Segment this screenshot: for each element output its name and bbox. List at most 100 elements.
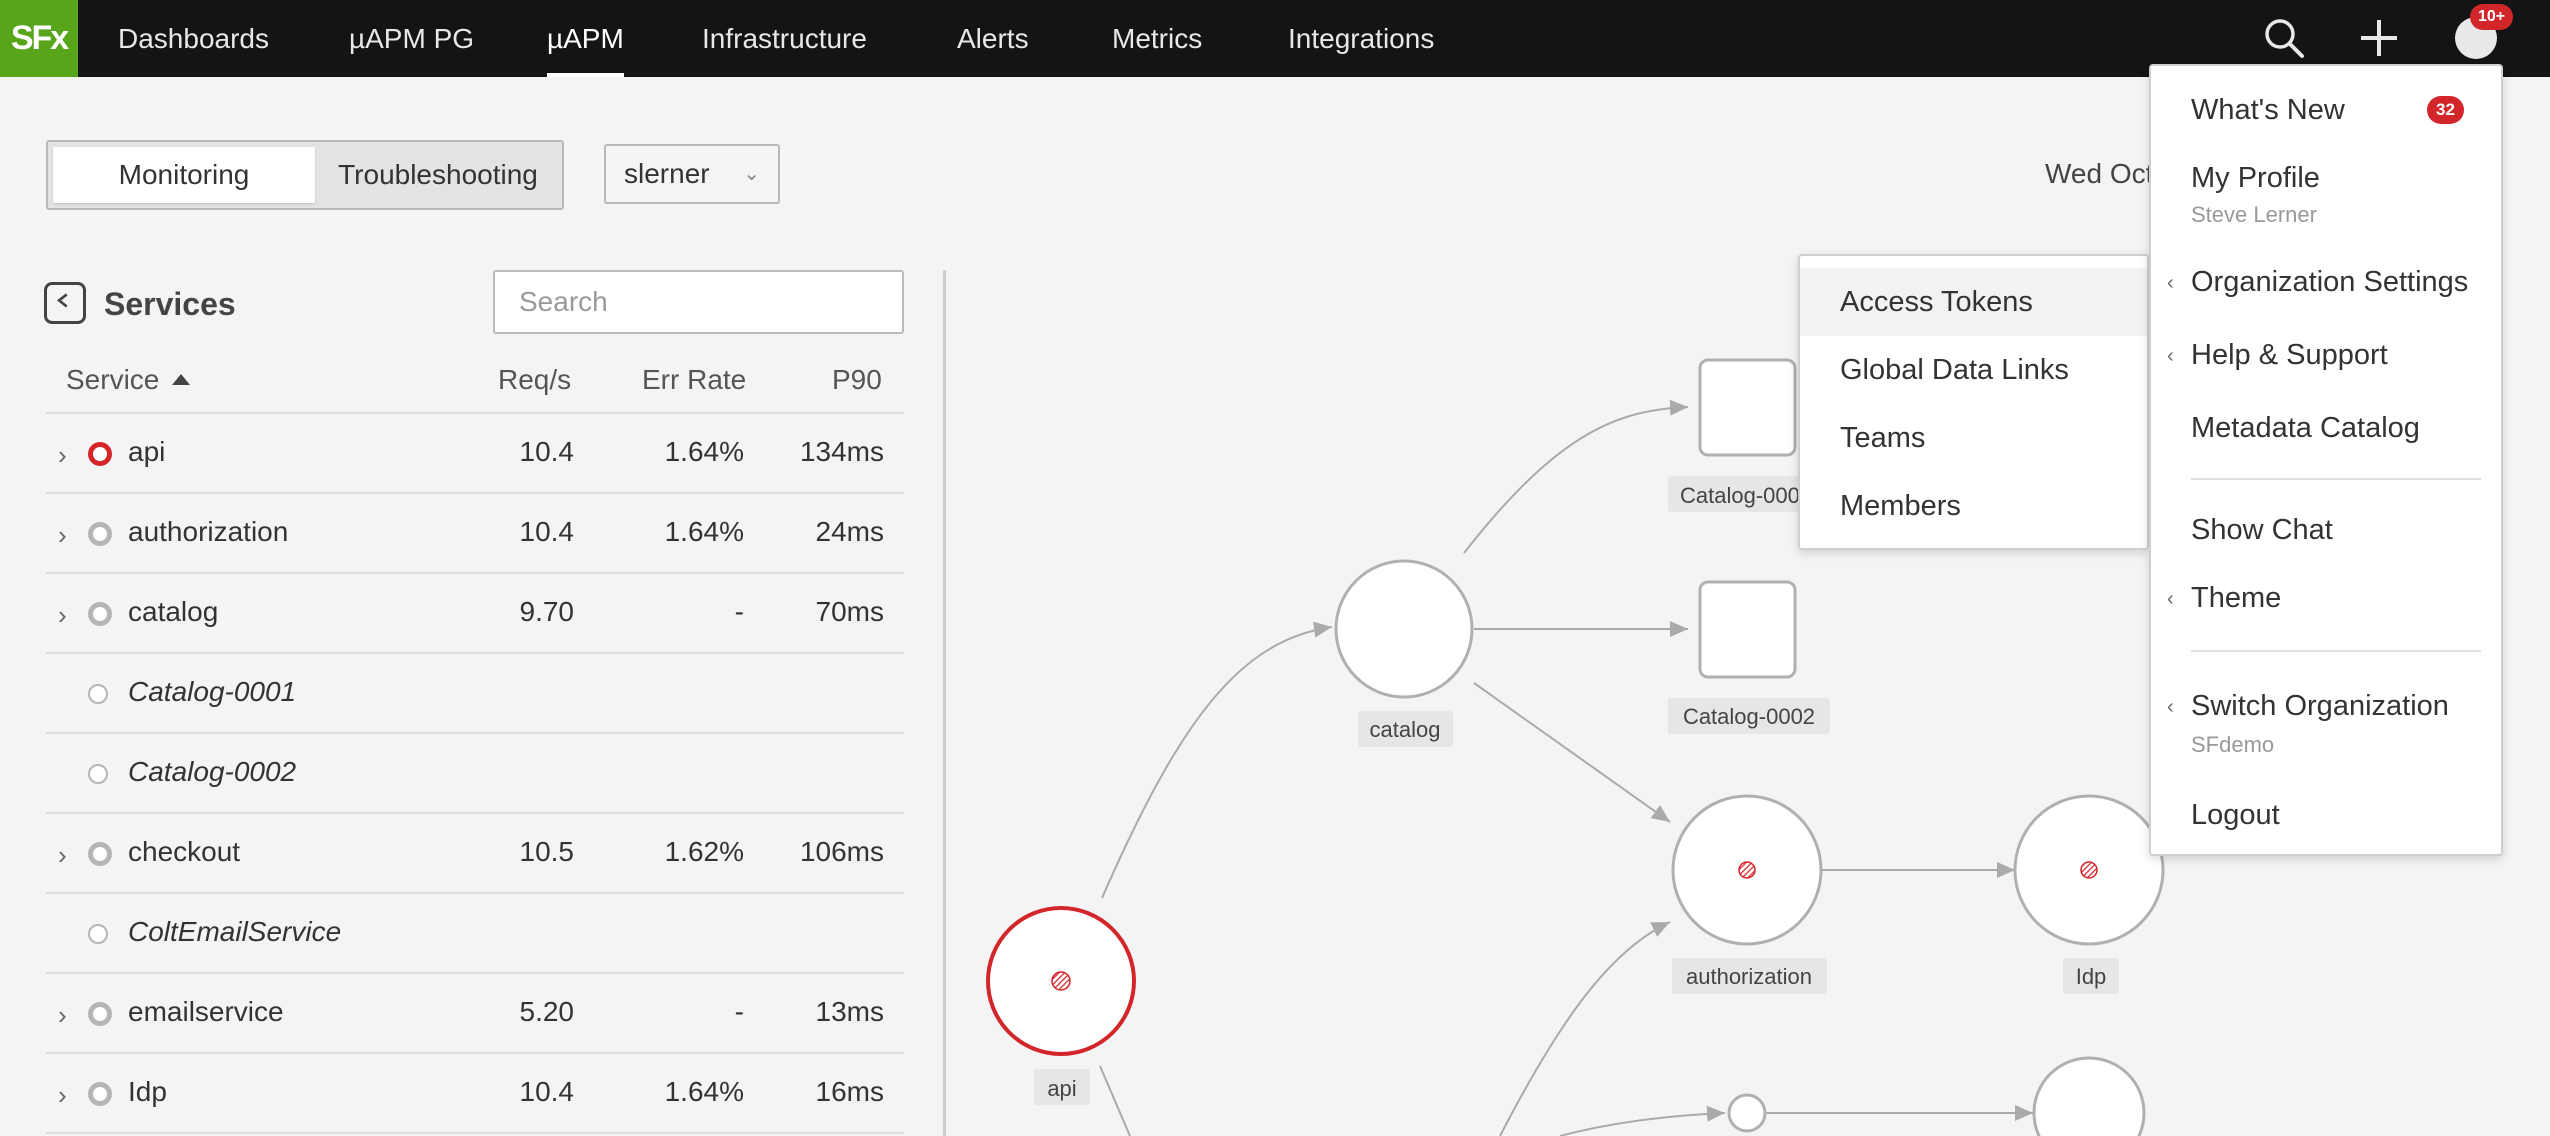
cell-err: 1.64% [664, 436, 744, 467]
cell-req: 10.4 [519, 436, 575, 467]
nav-alerts[interactable]: Alerts [957, 0, 1029, 77]
cell-req: 10.4 [519, 1076, 575, 1107]
menu-item-global-data-links[interactable]: Global Data Links [1800, 336, 2147, 404]
cell-p90: 70ms [815, 596, 884, 627]
status-indicator-icon [88, 924, 108, 944]
table-row[interactable]: Catalog-0001 [46, 654, 904, 734]
chevron-right-icon[interactable]: › [58, 600, 67, 631]
service-name[interactable]: catalog [128, 596, 218, 628]
map-label-authorization: authorization [1686, 964, 1812, 989]
service-name[interactable]: emailservice [128, 996, 284, 1028]
chevron-left-icon: ‹ [2167, 345, 2174, 367]
map-node-catalog[interactable]: catalog [1334, 559, 1474, 747]
tab-troubleshooting[interactable]: Troubleshooting [320, 147, 556, 203]
chevron-right-icon[interactable]: › [58, 440, 67, 471]
nav-integrations[interactable]: Integrations [1288, 0, 1434, 77]
cell-req: 9.70 [519, 596, 575, 627]
map-node-idp[interactable]: Idp [2013, 794, 2165, 994]
menu-item-theme[interactable]: Theme [2191, 582, 2281, 615]
service-name[interactable]: checkout [128, 836, 240, 868]
environment-value: slerner [624, 158, 710, 189]
nav-apm[interactable]: µAPM [547, 0, 624, 77]
status-indicator-icon [88, 442, 112, 466]
nav-infrastructure[interactable]: Infrastructure [702, 0, 867, 77]
plus-icon[interactable] [2355, 14, 2403, 62]
menu-item-teams[interactable]: Teams [1800, 404, 2147, 472]
status-indicator-icon [88, 522, 112, 546]
column-header-p90[interactable]: P90 [832, 364, 882, 396]
menu-item-show-chat[interactable]: Show Chat [2191, 514, 2333, 547]
chevron-down-icon: ⌄ [743, 163, 760, 185]
nav-apm-pg[interactable]: µAPM PG [349, 0, 474, 77]
search-icon[interactable] [2260, 14, 2308, 62]
cell-req: 10.5 [519, 836, 575, 867]
table-row[interactable]: › api 10.4 1.64% 134ms [46, 414, 904, 494]
notification-badge: 10+ [2470, 4, 2514, 30]
table-row[interactable]: › checkout 10.5 1.62% 106ms [46, 814, 904, 894]
time-range-text: Wed Oct [2045, 158, 2154, 189]
table-row[interactable]: › emailservice 5.20 - 13ms [46, 974, 904, 1054]
collapse-panel-icon[interactable] [44, 282, 86, 324]
edge-catalog-authorization [1473, 682, 1671, 823]
table-row[interactable]: › authorization 10.4 1.64% 24ms [46, 494, 904, 574]
edge-api-down [1099, 1065, 1131, 1136]
tab-monitoring[interactable]: Monitoring [53, 147, 315, 203]
menu-item-logout[interactable]: Logout [2191, 799, 2280, 832]
signalfx-logo[interactable]: SFx [0, 0, 78, 77]
status-indicator-icon [88, 842, 112, 866]
service-name[interactable]: authorization [128, 516, 288, 548]
row-divider [46, 1132, 904, 1134]
menu-item-whats-new[interactable]: What's New [2191, 94, 2345, 127]
table-row[interactable]: ColtEmailService [46, 894, 904, 974]
cell-err: 1.62% [664, 836, 744, 867]
chevron-right-icon[interactable]: › [58, 520, 67, 551]
column-header-req[interactable]: Req/s [498, 364, 571, 396]
chevron-right-icon[interactable]: › [58, 1080, 67, 1111]
service-name[interactable]: api [128, 436, 165, 468]
menu-item-switch-organization[interactable]: Switch Organization [2191, 690, 2449, 723]
map-label-catalog-0001: Catalog-0001 [1680, 483, 1812, 508]
chevron-right-icon[interactable]: › [58, 840, 67, 871]
menu-item-organization-settings[interactable]: Organization Settings [2191, 266, 2468, 299]
map-label-api: api [1047, 1076, 1076, 1101]
menu-item-help-support[interactable]: Help & Support [2191, 339, 2388, 372]
column-header-service[interactable]: Service [66, 364, 159, 396]
cell-p90: 134ms [799, 436, 884, 467]
map-node-small[interactable] [1727, 1093, 1767, 1133]
services-title: Services [104, 286, 236, 322]
chevron-left-icon: ‹ [2167, 272, 2174, 294]
table-row[interactable]: › catalog 9.70 - 70ms [46, 574, 904, 654]
map-node-catalog-0001[interactable]: Catalog-0001 [1668, 358, 1812, 512]
menu-item-members[interactable]: Members [1800, 472, 2147, 540]
nav-dashboards[interactable]: Dashboards [118, 0, 269, 77]
edge-api-catalog [1101, 621, 1333, 899]
service-name[interactable]: Idp [128, 1076, 167, 1108]
map-node-authorization[interactable]: authorization [1671, 794, 1827, 994]
service-name[interactable]: ColtEmailService [128, 916, 341, 948]
table-row[interactable]: › Idp 10.4 1.64% 16ms [46, 1054, 904, 1134]
menu-item-metadata-catalog[interactable]: Metadata Catalog [2191, 412, 2420, 445]
map-label-catalog: catalog [1370, 717, 1441, 742]
user-name: Steve Lerner [2191, 202, 2317, 227]
menu-item-my-profile[interactable]: My Profile [2191, 162, 2320, 195]
sort-ascending-icon[interactable] [172, 374, 190, 385]
organization-settings-submenu: Access Tokens Global Data Links Teams Me… [1798, 254, 2149, 550]
map-node-bottom-right[interactable] [2032, 1056, 2146, 1136]
chevron-right-icon[interactable]: › [58, 1000, 67, 1031]
map-node-catalog-0002[interactable]: Catalog-0002 [1668, 580, 1830, 734]
edge-to-small-node [1559, 1105, 1726, 1136]
nav-metrics[interactable]: Metrics [1112, 0, 1202, 77]
status-indicator-icon [88, 1082, 112, 1106]
menu-item-access-tokens[interactable]: Access Tokens [1800, 268, 2147, 336]
organization-name: SFdemo [2191, 732, 2275, 757]
cell-req: 10.4 [519, 516, 575, 547]
service-name[interactable]: Catalog-0002 [128, 756, 296, 788]
view-mode-toggle: Monitoring Troubleshooting [46, 140, 564, 210]
map-node-api[interactable]: api [986, 906, 1136, 1105]
column-header-err-rate[interactable]: Err Rate [642, 364, 746, 396]
service-name[interactable]: Catalog-0001 [128, 676, 296, 708]
service-search-input[interactable] [493, 270, 904, 334]
menu-divider [2191, 650, 2481, 652]
table-row[interactable]: Catalog-0002 [46, 734, 904, 814]
environment-select[interactable]: slerner ⌄ [604, 144, 780, 204]
